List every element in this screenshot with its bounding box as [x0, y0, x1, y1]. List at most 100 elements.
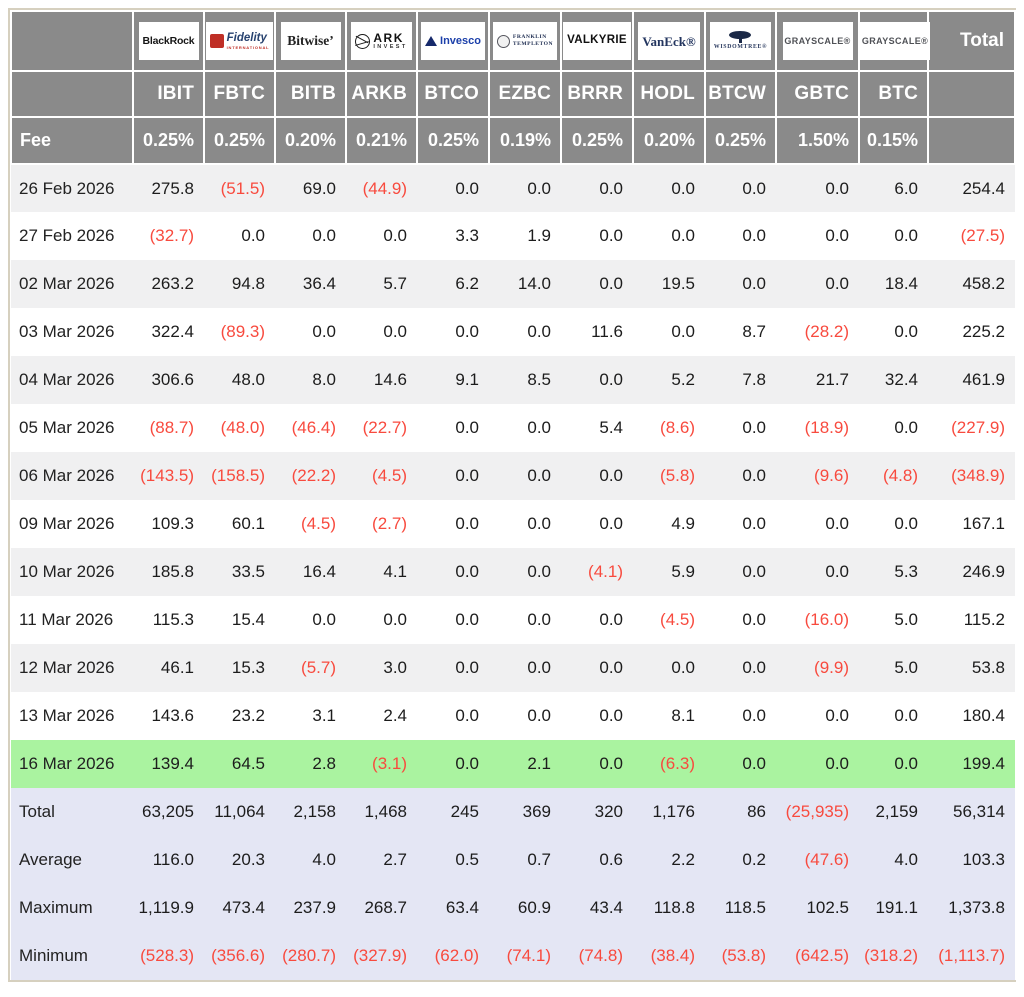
cell: (280.7) — [275, 932, 346, 980]
logo-main-text: Fidelity — [227, 33, 267, 45]
cell: 4.1 — [346, 548, 417, 596]
ticker-header-gbtc: GBTC — [776, 71, 859, 117]
logo-text: ARKINVEST — [373, 32, 407, 51]
summary-label: Minimum — [11, 932, 133, 980]
cell: (22.2) — [275, 452, 346, 500]
cell: 0.0 — [204, 212, 275, 260]
cell: 185.8 — [133, 548, 204, 596]
cell: 0.0 — [417, 596, 489, 644]
ark-logo: ARKINVEST — [351, 22, 411, 60]
cell: (3.1) — [346, 740, 417, 788]
cell: 0.0 — [489, 404, 561, 452]
provider-header-gbtc: GRAYSCALE® — [776, 11, 859, 71]
grayscale-logo: GRAYSCALE® — [783, 22, 853, 60]
table-row: 27 Feb 2026(32.7)0.00.00.03.31.90.00.00.… — [11, 212, 1015, 260]
date-cell: 04 Mar 2026 — [11, 356, 133, 404]
cell: (5.7) — [275, 644, 346, 692]
table-row: 03 Mar 2026322.4(89.3)0.00.00.00.011.60.… — [11, 308, 1015, 356]
row-total: 461.9 — [928, 356, 1015, 404]
cell: 0.0 — [489, 308, 561, 356]
cell: (48.0) — [204, 404, 275, 452]
provider-header-btc: GRAYSCALE® — [859, 11, 928, 71]
cell: 8.1 — [633, 692, 705, 740]
cell: 8.7 — [705, 308, 776, 356]
cell: 33.5 — [204, 548, 275, 596]
row-total: 115.2 — [928, 596, 1015, 644]
cell: 2.4 — [346, 692, 417, 740]
date-cell: 27 Feb 2026 — [11, 212, 133, 260]
cell: 0.0 — [776, 212, 859, 260]
cell: 0.0 — [561, 692, 633, 740]
provider-header-btcw: WISDOMTREE® — [705, 11, 776, 71]
table-row: 16 Mar 2026139.464.52.8(3.1)0.02.10.0(6.… — [11, 740, 1015, 788]
fee-value: 0.15% — [859, 117, 928, 164]
cell: (62.0) — [417, 932, 489, 980]
summary-label: Maximum — [11, 884, 133, 932]
cell: (74.8) — [561, 932, 633, 980]
cell: 0.0 — [489, 692, 561, 740]
summary-row: Maximum1,119.9473.4237.9268.763.460.943.… — [11, 884, 1015, 932]
fee-value: 0.25% — [204, 117, 275, 164]
wisdomtree-logo: WISDOMTREE® — [710, 22, 771, 60]
date-cell: 11 Mar 2026 — [11, 596, 133, 644]
cell: 94.8 — [204, 260, 275, 308]
cell: 0.0 — [489, 452, 561, 500]
cell: 0.0 — [346, 308, 417, 356]
cell: 5.0 — [859, 644, 928, 692]
row-total: 458.2 — [928, 260, 1015, 308]
logo-sub-text: INVEST — [373, 45, 407, 51]
logo-main-text: Bitwise’ — [287, 34, 334, 48]
provider-header-btco: Invesco — [417, 11, 489, 71]
grayscale-logo: GRAYSCALE® — [860, 22, 930, 60]
cell: 0.0 — [705, 212, 776, 260]
cell: 20.3 — [204, 836, 275, 884]
cell: 11,064 — [204, 788, 275, 836]
ark-circle-icon — [355, 34, 370, 49]
cell: 5.9 — [633, 548, 705, 596]
cell: 0.0 — [705, 404, 776, 452]
cell: 0.0 — [633, 644, 705, 692]
wisdomtree-tree-icon — [727, 31, 753, 44]
cell: 60.9 — [489, 884, 561, 932]
ticker-header-brrr: BRRR — [561, 71, 633, 117]
summary-row: Average116.020.34.02.70.50.70.62.20.2(47… — [11, 836, 1015, 884]
logo-text: WISDOMTREE® — [714, 45, 767, 51]
date-cell: 09 Mar 2026 — [11, 500, 133, 548]
row-total: (227.9) — [928, 404, 1015, 452]
fee-value: 0.21% — [346, 117, 417, 164]
cell: (4.1) — [561, 548, 633, 596]
corner-cell — [11, 11, 133, 71]
cell: 0.0 — [633, 164, 705, 212]
cell: 0.0 — [705, 692, 776, 740]
logo-main-text: GRAYSCALE® — [862, 37, 928, 46]
table-row: 02 Mar 2026263.294.836.45.76.214.00.019.… — [11, 260, 1015, 308]
date-cell: 03 Mar 2026 — [11, 308, 133, 356]
cell: 0.0 — [561, 644, 633, 692]
cell: 0.0 — [633, 308, 705, 356]
valkyrie-logo: VALKYRIE — [563, 22, 631, 60]
total-column-header: Total — [928, 11, 1015, 71]
cell: 18.4 — [859, 260, 928, 308]
cell: 8.5 — [489, 356, 561, 404]
cell: 69.0 — [275, 164, 346, 212]
cell: 15.4 — [204, 596, 275, 644]
cell: (47.6) — [776, 836, 859, 884]
fee-value: 0.25% — [705, 117, 776, 164]
cell: (642.5) — [776, 932, 859, 980]
ticker-corner-cell — [11, 71, 133, 117]
flow-rows: 26 Feb 2026275.8(51.5)69.0(44.9)0.00.00.… — [11, 164, 1015, 788]
cell: 3.3 — [417, 212, 489, 260]
cell: 4.9 — [633, 500, 705, 548]
cell: 473.4 — [204, 884, 275, 932]
cell: 109.3 — [133, 500, 204, 548]
cell: 115.3 — [133, 596, 204, 644]
ticker-header-btc: BTC — [859, 71, 928, 117]
cell: 0.0 — [705, 548, 776, 596]
row-total: 53.8 — [928, 644, 1015, 692]
cell: 0.0 — [776, 740, 859, 788]
cell: (4.5) — [346, 452, 417, 500]
cell: 60.1 — [204, 500, 275, 548]
row-total: 1,373.8 — [928, 884, 1015, 932]
ticker-header-btco: BTCO — [417, 71, 489, 117]
date-cell: 13 Mar 2026 — [11, 692, 133, 740]
